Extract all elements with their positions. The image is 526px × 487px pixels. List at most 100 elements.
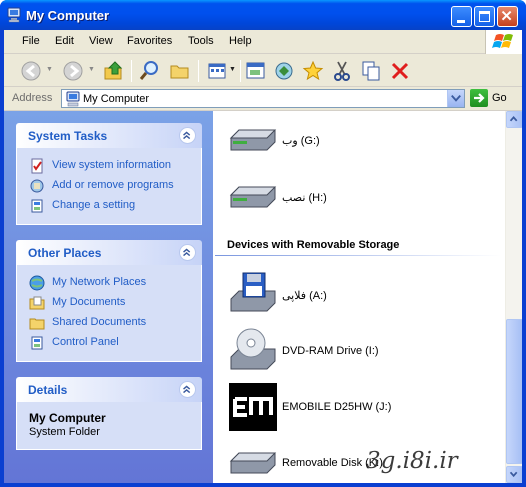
task-label[interactable]: Change a setting — [52, 199, 135, 211]
add-remove-programs-icon — [30, 179, 44, 193]
scroll-up-button[interactable] — [506, 111, 523, 128]
cut-icon[interactable] — [330, 59, 354, 83]
explorer-window: My Computer File Edit View Favorites Too… — [0, 0, 526, 487]
menu-view[interactable]: View — [89, 35, 113, 47]
drive-item-a[interactable]: فلاپی (A:) — [229, 271, 499, 319]
system-tasks-header[interactable]: System Tasks — [16, 123, 202, 148]
minimize-button[interactable] — [451, 6, 472, 27]
other-places-panel: Other Places My Network Places My Docume… — [16, 240, 202, 362]
details-panel: Details My Computer System Folder — [16, 377, 202, 450]
place-label[interactable]: Control Panel — [52, 336, 119, 348]
other-places-header[interactable]: Other Places — [16, 240, 202, 265]
menu-file[interactable]: File — [22, 35, 40, 47]
collapse-button[interactable] — [179, 381, 196, 398]
go-arrow-icon — [474, 93, 485, 103]
details-header[interactable]: Details — [16, 377, 202, 402]
chevron-up-icon — [183, 385, 191, 394]
floppy-drive-icon — [230, 272, 276, 312]
sync-icon[interactable] — [272, 59, 296, 83]
place-shared-documents[interactable]: Shared Documents — [29, 313, 201, 333]
task-label[interactable]: View system information — [52, 159, 171, 171]
go-button[interactable] — [470, 89, 488, 107]
place-control-panel[interactable]: Control Panel — [29, 333, 201, 353]
toolbar-separator — [131, 60, 132, 82]
folders-icon[interactable] — [168, 59, 192, 83]
views-icon[interactable] — [206, 59, 230, 83]
favorites-star-icon[interactable] — [301, 59, 325, 83]
window-border-right — [522, 30, 526, 487]
emobile-icon — [229, 383, 277, 431]
details-body: My Computer System Folder — [16, 402, 202, 450]
drive-label: فلاپی (A:) — [282, 290, 327, 302]
scroll-down-button[interactable] — [506, 466, 523, 483]
menu-favorites[interactable]: Favorites — [127, 35, 172, 47]
close-button[interactable] — [497, 6, 518, 27]
windows-logo-icon — [485, 30, 522, 54]
chevron-up-icon — [183, 131, 191, 140]
place-label[interactable]: Shared Documents — [52, 316, 146, 328]
other-places-body: My Network Places My Documents Shared Do… — [16, 265, 202, 362]
address-bar: Address My Computer Go — [4, 87, 522, 111]
views-dropdown-icon[interactable]: ▼ — [229, 66, 236, 73]
place-label[interactable]: My Network Places — [52, 276, 146, 288]
copy-icon[interactable] — [359, 59, 383, 83]
back-icon[interactable] — [20, 59, 44, 83]
drive-item-k[interactable]: Removable Disk (K:) — [229, 439, 499, 487]
drive-item-g[interactable]: وب (G:) — [229, 116, 499, 164]
drive-label: وب (G:) — [282, 135, 320, 147]
menu-bar: File Edit View Favorites Tools Help — [4, 30, 522, 54]
other-places-title: Other Places — [28, 246, 102, 260]
address-input[interactable]: My Computer — [61, 89, 465, 108]
drive-item-h[interactable]: نصب (H:) — [229, 173, 499, 221]
maximize-icon — [479, 11, 490, 22]
search-icon[interactable] — [138, 59, 162, 83]
delete-icon[interactable] — [388, 59, 412, 83]
title-bar[interactable]: My Computer — [0, 0, 526, 30]
properties-icon[interactable] — [244, 59, 268, 83]
group-divider — [215, 255, 501, 256]
details-name: My Computer — [29, 411, 106, 425]
scroll-up-icon — [509, 115, 518, 122]
drive-item-i[interactable]: DVD-RAM Drive (I:) — [229, 327, 499, 375]
window-title: My Computer — [26, 8, 110, 23]
task-add-remove-programs[interactable]: Add or remove programs — [29, 176, 201, 196]
drive-label: نصب (H:) — [282, 192, 327, 204]
forward-icon[interactable] — [62, 59, 86, 83]
menu-help[interactable]: Help — [229, 35, 252, 47]
system-tasks-body: View system information Add or remove pr… — [16, 148, 202, 225]
maximize-button[interactable] — [474, 6, 495, 27]
place-my-network-places[interactable]: My Network Places — [29, 273, 201, 293]
place-my-documents[interactable]: My Documents — [29, 293, 201, 313]
network-icon — [29, 275, 45, 291]
vertical-scrollbar[interactable] — [505, 111, 523, 483]
go-label[interactable]: Go — [492, 92, 507, 104]
place-label[interactable]: My Documents — [52, 296, 125, 308]
window-border-left — [0, 30, 4, 487]
task-change-setting[interactable]: Change a setting — [29, 196, 201, 216]
task-view-system-info[interactable]: View system information — [29, 156, 201, 176]
minimize-icon — [457, 20, 465, 23]
file-view: وب (G:) نصب (H:) Devices with Removable … — [213, 111, 505, 483]
my-documents-icon — [29, 296, 45, 310]
back-dropdown-icon[interactable]: ▼ — [46, 66, 53, 73]
up-folder-icon[interactable] — [102, 59, 126, 83]
scroll-thumb[interactable] — [506, 319, 523, 464]
control-panel-icon — [31, 199, 43, 213]
address-value: My Computer — [83, 93, 150, 105]
forward-dropdown-icon[interactable]: ▼ — [88, 66, 95, 73]
watermark-text: 3g.i8i.ir — [366, 448, 458, 474]
system-info-icon — [31, 158, 43, 174]
chevron-up-icon — [183, 248, 191, 257]
menu-tools[interactable]: Tools — [188, 35, 214, 47]
system-tasks-title: System Tasks — [28, 129, 108, 143]
dvd-drive-icon — [230, 328, 276, 370]
address-dropdown-button[interactable] — [447, 90, 464, 107]
menu-edit[interactable]: Edit — [55, 35, 74, 47]
collapse-button[interactable] — [179, 127, 196, 144]
hard-drive-icon — [229, 186, 277, 208]
window-border-bottom — [0, 483, 526, 487]
collapse-button[interactable] — [179, 244, 196, 261]
drive-item-j[interactable]: EMOBILE D25HW (J:) — [229, 383, 499, 431]
task-label[interactable]: Add or remove programs — [52, 179, 174, 191]
hard-drive-icon — [229, 129, 277, 151]
